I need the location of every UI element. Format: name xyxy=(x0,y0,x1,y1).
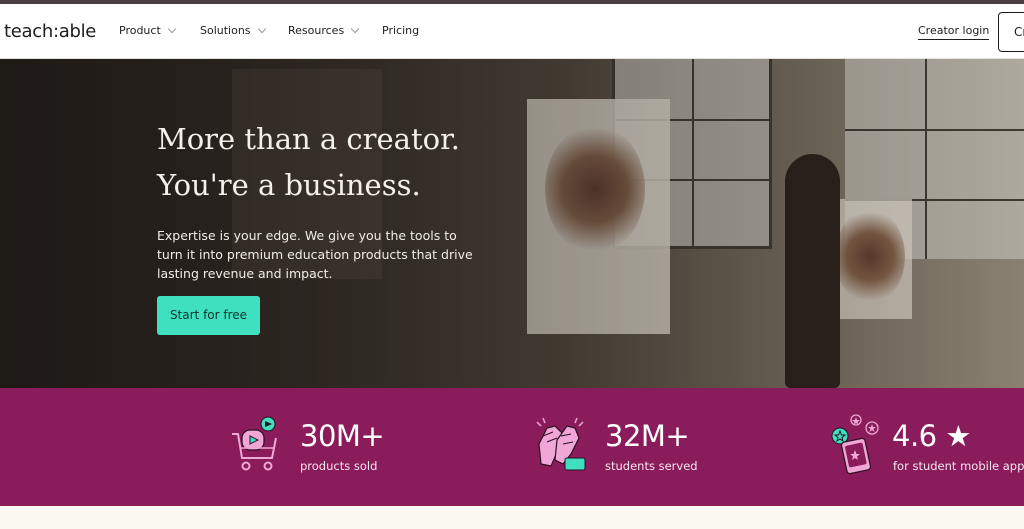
stat-value: 30M+ xyxy=(300,419,385,453)
nav-item-label: Product xyxy=(119,24,161,37)
next-section-edge xyxy=(0,506,1024,529)
stat-value: 4.6 ★ xyxy=(892,419,971,453)
chevron-down-icon xyxy=(257,24,266,34)
hero-title-line-1: More than a creator. xyxy=(157,122,460,156)
chevron-down-icon xyxy=(350,24,360,34)
hero-subtitle: Expertise is your edge. We give you the … xyxy=(157,228,473,281)
top-navigation: teach:able Product Solutions Resources P… xyxy=(0,4,1024,59)
nav-item-product[interactable]: Product xyxy=(119,24,177,37)
nav-item-label: Pricing xyxy=(382,24,420,37)
stat-label: products sold xyxy=(300,459,378,473)
nav-create-button[interactable]: Cr xyxy=(998,12,1024,52)
nav-item-label: Resources xyxy=(288,24,345,37)
creator-login-link[interactable]: Creator login xyxy=(918,24,990,40)
chevron-down-icon xyxy=(167,24,177,34)
stat-students-served: 32M+ students served xyxy=(533,388,733,506)
stat-label: students served xyxy=(605,459,698,473)
hero-title-line-2: You're a business. xyxy=(157,168,421,202)
high-five-hands-icon xyxy=(536,417,586,471)
stats-band: 30M+ products sold 32M+ students served … xyxy=(0,388,1024,506)
nav-item-resources[interactable]: Resources xyxy=(288,24,360,37)
shopping-cart-icon xyxy=(232,416,277,471)
start-for-free-button[interactable]: Start for free xyxy=(157,296,260,335)
stat-label: for student mobile app xyxy=(893,459,1024,473)
stat-value: 32M+ xyxy=(605,419,690,453)
teachable-logo[interactable]: teach:able xyxy=(4,21,96,42)
mobile-rating-icon xyxy=(831,414,879,475)
nav-item-solutions[interactable]: Solutions xyxy=(200,24,266,37)
nav-item-label: Solutions xyxy=(200,24,251,37)
stat-products-sold: 30M+ products sold xyxy=(228,388,428,506)
stat-mobile-rating: 4.6 ★ for student mobile app xyxy=(828,388,1024,506)
hero-title: More than a creator. You're a business. xyxy=(157,116,460,208)
nav-item-pricing[interactable]: Pricing xyxy=(382,24,419,37)
hero-section: More than a creator. You're a business. … xyxy=(0,59,1024,388)
